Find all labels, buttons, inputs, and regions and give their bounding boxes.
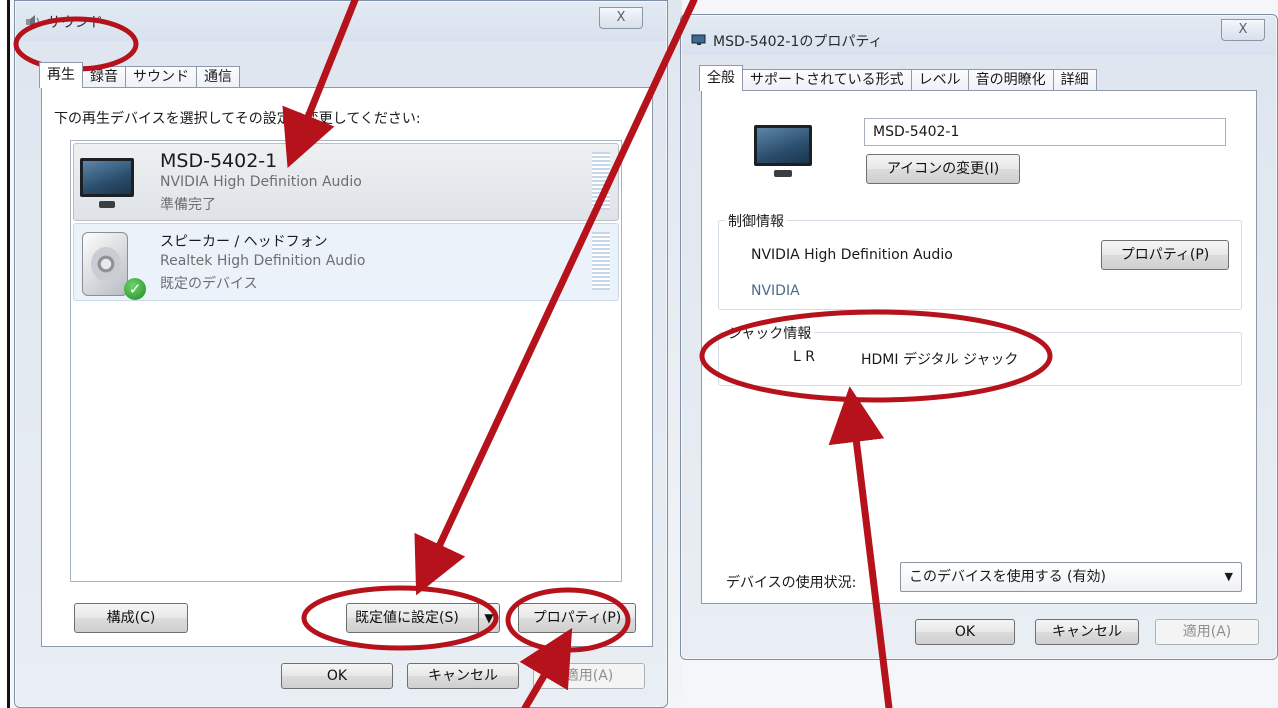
jack-group-title: ジャック情報 <box>725 323 815 343</box>
tab-supported-formats[interactable]: サポートされている形式 <box>742 69 912 91</box>
device-status: 既定のデバイス <box>160 276 258 292</box>
change-icon-button[interactable]: アイコンの変更(I) <box>866 154 1020 184</box>
vendor-link[interactable]: NVIDIA <box>751 283 800 299</box>
monitor-title-icon <box>691 34 707 46</box>
close-icon: X <box>1238 22 1248 37</box>
speaker-title-icon <box>25 15 41 29</box>
cancel-button[interactable]: キャンセル <box>407 663 519 689</box>
device-item-msd[interactable]: MSD-5402-1 NVIDIA High Definition Audio … <box>73 143 619 221</box>
monitor-icon <box>80 158 134 208</box>
tab-levels[interactable]: レベル <box>910 69 969 91</box>
controller-group-title: 制御情報 <box>725 211 787 231</box>
close-icon: X <box>616 10 626 25</box>
default-check-icon: ✓ <box>124 278 146 300</box>
properties-tabs: 全般 サポートされている形式 レベル 音の明瞭化 詳細 <box>699 65 1097 91</box>
tab-playback[interactable]: 再生 <box>39 62 83 88</box>
device-status: 準備完了 <box>160 197 216 213</box>
level-meter <box>592 152 610 210</box>
tab-recording[interactable]: 録音 <box>82 66 126 88</box>
tab-enhancements[interactable]: 音の明瞭化 <box>967 69 1054 91</box>
device-name: スピーカー / ヘッドフォン <box>160 234 328 250</box>
properties-titlebar: MSD-5402-1のプロパティ X <box>681 15 1277 55</box>
monitor-icon <box>754 125 812 177</box>
apply-button: 適用(A) <box>533 663 645 689</box>
jack-type: HDMI デジタル ジャック <box>861 352 1019 368</box>
desktop-edge <box>0 0 10 708</box>
sound-tabs: 再生 録音 サウンド 通信 <box>39 62 240 88</box>
sound-close-button[interactable]: X <box>599 7 643 29</box>
properties-close-button[interactable]: X <box>1221 19 1265 41</box>
tab-general[interactable]: 全般 <box>699 65 743 91</box>
controller-group: 制御情報 NVIDIA High Definition Audio プロパティ(… <box>718 211 1242 310</box>
instruction-text: 下の再生デバイスを選択してその設定を変更してください: <box>54 111 421 127</box>
set-default-button[interactable]: 既定値に設定(S) ▼ <box>346 603 500 633</box>
tab-sounds[interactable]: サウンド <box>125 66 197 88</box>
device-item-speaker[interactable]: ✓ スピーカー / ヘッドフォン Realtek High Definition… <box>73 223 619 301</box>
sound-dialog: サウンド X 再生 録音 サウンド 通信 下の再生デバイスを選択してその設定を変… <box>14 0 668 708</box>
device-name-field[interactable]: MSD-5402-1 <box>864 118 1226 146</box>
jack-group: ジャック情報 L R HDMI デジタル ジャック <box>718 323 1242 386</box>
playback-panel: 下の再生デバイスを選択してその設定を変更してください: MSD-5402-1 N… <box>41 87 653 647</box>
tab-communications[interactable]: 通信 <box>196 66 240 88</box>
configure-button[interactable]: 構成(C) <box>74 603 188 633</box>
usage-label: デバイスの使用状況: <box>726 575 857 591</box>
general-panel: MSD-5402-1 アイコンの変更(I) 制御情報 NVIDIA High D… <box>701 90 1257 604</box>
speaker-icon <box>82 232 128 296</box>
device-name: MSD-5402-1 <box>160 150 278 172</box>
usage-value: このデバイスを使用する (有効) <box>909 569 1106 585</box>
device-list[interactable]: MSD-5402-1 NVIDIA High Definition Audio … <box>70 140 622 582</box>
level-meter <box>592 232 610 290</box>
sound-title: サウンド <box>47 15 103 31</box>
sound-titlebar: サウンド X <box>15 1 667 41</box>
ok-button[interactable]: OK <box>281 663 393 689</box>
controller-name: NVIDIA High Definition Audio <box>751 247 953 263</box>
properties-dialog: MSD-5402-1のプロパティ X 全般 サポートされている形式 レベル 音の… <box>680 14 1278 660</box>
tab-advanced[interactable]: 詳細 <box>1052 69 1097 91</box>
properties-button[interactable]: プロパティ(P) <box>518 603 636 633</box>
set-default-label: 既定値に設定(S) <box>355 610 459 626</box>
device-driver: Realtek High Definition Audio <box>160 253 366 269</box>
dropdown-arrow-icon[interactable]: ▼ <box>479 604 499 632</box>
properties-title: MSD-5402-1のプロパティ <box>713 34 883 50</box>
ok-button[interactable]: OK <box>915 619 1015 645</box>
chevron-down-icon: ▼ <box>1224 570 1233 583</box>
apply-button: 適用(A) <box>1155 619 1259 645</box>
jack-channels: L R <box>793 349 815 365</box>
usage-select[interactable]: このデバイスを使用する (有効) ▼ <box>900 562 1242 592</box>
device-driver: NVIDIA High Definition Audio <box>160 174 362 190</box>
controller-properties-button[interactable]: プロパティ(P) <box>1101 240 1229 270</box>
cancel-button[interactable]: キャンセル <box>1035 619 1139 645</box>
